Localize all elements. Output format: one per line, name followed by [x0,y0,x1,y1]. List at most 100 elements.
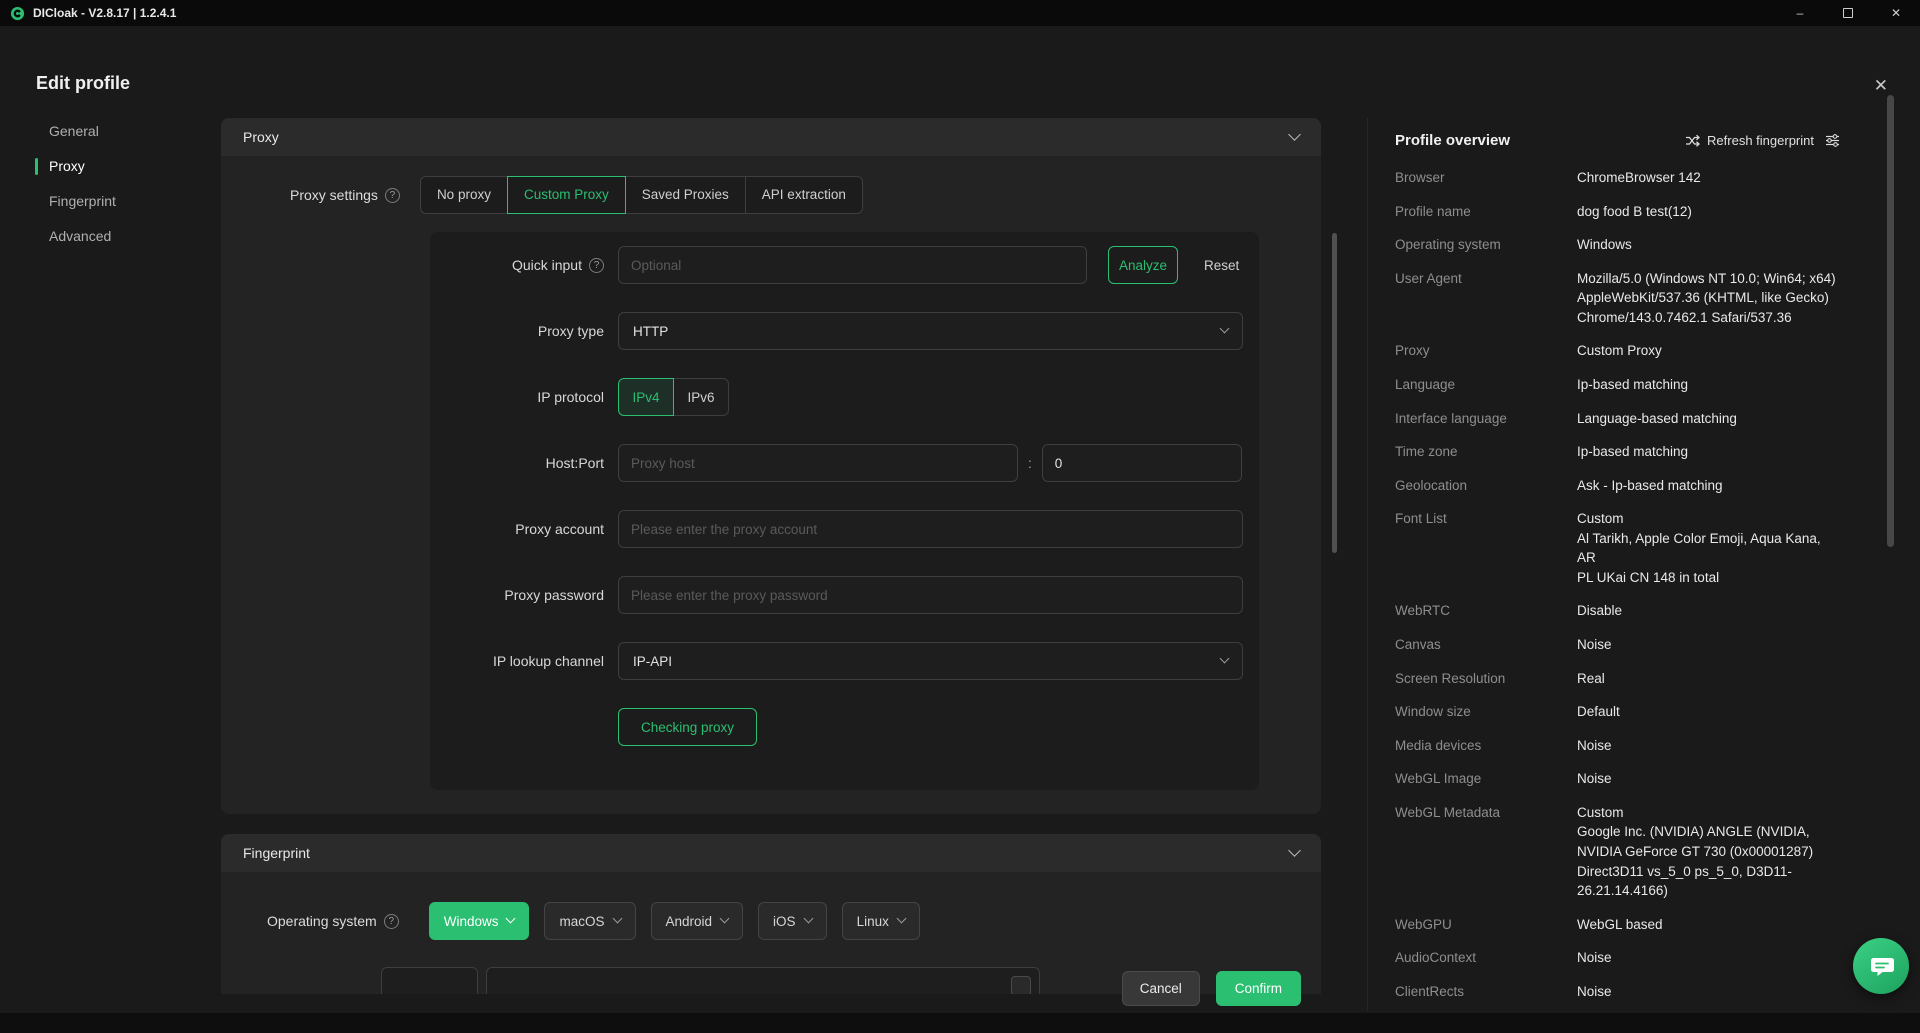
proxy-account-label: Proxy account [430,521,604,537]
quick-input-label: Quick input ? [430,257,604,273]
sidebar-nav: General Proxy Fingerprint Advanced [35,114,205,254]
help-icon[interactable]: ? [589,258,604,273]
close-icon: ✕ [1891,6,1901,20]
tab-saved-proxies[interactable]: Saved Proxies [625,176,746,214]
overview-scrollbar[interactable] [1887,95,1894,547]
sidebar-item-advanced[interactable]: Advanced [35,219,205,254]
ipv6-option[interactable]: IPv6 [673,378,729,416]
chat-bubble-icon [1867,952,1895,980]
chevron-down-icon[interactable] [1288,128,1301,141]
proxy-panel-header[interactable]: Proxy [221,118,1321,156]
profile-overview-panel: Profile overview Refresh fingerprint [1367,118,1867,1011]
refresh-fingerprint-label: Refresh fingerprint [1707,133,1814,148]
ipv4-option[interactable]: IPv4 [618,378,674,416]
os-option-macos[interactable]: macOS [544,902,635,940]
fingerprint-panel-header[interactable]: Fingerprint [221,834,1321,872]
main-content: Proxy Proxy settings ? No proxy Custom P… [221,118,1321,994]
overview-row-canvas: CanvasNoise [1395,628,1840,662]
os-option-android[interactable]: Android [651,902,744,940]
overview-row-clientrects: ClientRectsNoise [1395,975,1840,1009]
minimize-icon: – [1797,6,1804,20]
checking-proxy-button[interactable]: Checking proxy [618,708,757,746]
help-icon[interactable]: ? [384,914,399,929]
overview-row-window-size: Window sizeDefault [1395,695,1840,729]
chevron-down-icon [506,914,516,924]
reset-button[interactable]: Reset [1204,258,1239,273]
refresh-fingerprint-button[interactable]: Refresh fingerprint [1685,133,1840,148]
ip-protocol-label: IP protocol [430,389,604,405]
dialog-close-button[interactable]: ✕ [1874,76,1888,96]
os-option-windows[interactable]: Windows [429,902,530,940]
sidebar-item-proxy[interactable]: Proxy [35,149,205,184]
sidebar-item-fingerprint[interactable]: Fingerprint [35,184,205,219]
chevron-down-icon [612,914,622,924]
help-icon[interactable]: ? [385,188,400,203]
ip-lookup-label: IP lookup channel [430,653,604,669]
dialog-footer: Cancel Confirm [0,965,1345,1011]
overview-row-webgl-metadata: WebGL MetadataCustom Google Inc. (NVIDIA… [1395,796,1840,908]
sidebar-item-general[interactable]: General [35,114,205,149]
overview-row-interface-language: Interface languageLanguage-based matchin… [1395,402,1840,436]
chevron-down-icon [803,914,813,924]
overview-row-user-agent: User AgentMozilla/5.0 (Windows NT 10.0; … [1395,262,1840,335]
overview-row-language: LanguageIp-based matching [1395,368,1840,402]
main-scrollbar[interactable] [1332,233,1337,553]
cancel-button[interactable]: Cancel [1122,971,1200,1006]
proxy-account-input[interactable] [618,510,1243,548]
chevron-down-icon [720,914,730,924]
os-option-ios[interactable]: iOS [758,902,827,940]
proxy-port-input[interactable] [1042,444,1242,482]
overview-row-geolocation: GeolocationAsk - Ip-based matching [1395,469,1840,503]
chevron-down-icon [1220,654,1230,664]
overview-row-profile-name: Profile namedog food B test(12) [1395,195,1840,229]
proxy-password-input[interactable] [618,576,1243,614]
proxy-type-label: Proxy type [430,323,604,339]
proxy-panel-title: Proxy [243,129,279,145]
ip-lookup-select[interactable]: IP-API [618,642,1243,680]
sidebar-item-label: Fingerprint [49,193,116,209]
chevron-down-icon [1220,324,1230,334]
analyze-button[interactable]: Analyze [1108,246,1178,284]
app-logo-icon [10,6,25,21]
sidebar-item-label: Advanced [49,228,111,244]
proxy-panel-body: Proxy settings ? No proxy Custom Proxy S… [221,156,1321,814]
chevron-down-icon [896,914,906,924]
proxy-password-label: Proxy password [430,587,604,603]
proxy-form: Quick input ? Analyze Reset Proxy type [430,232,1259,790]
minimize-button[interactable]: – [1776,0,1824,26]
proxy-type-value: HTTP [633,324,668,339]
maximize-button[interactable] [1824,0,1872,26]
overview-row-media-devices: Media devicesNoise [1395,729,1840,763]
os-option-linux[interactable]: Linux [842,902,920,940]
proxy-settings-label: Proxy settings ? [290,187,400,203]
chevron-down-icon[interactable] [1288,844,1301,857]
tab-custom-proxy[interactable]: Custom Proxy [507,176,626,214]
fingerprint-panel-title: Fingerprint [243,845,310,861]
operating-system-label: Operating system ? [267,913,399,929]
window-titlebar: DICloak - V2.8.17 | 1.2.4.1 – ✕ [0,0,1920,26]
proxy-mode-tabs: No proxy Custom Proxy Saved Proxies API … [420,176,863,214]
overview-row-audiocontext: AudioContextNoise [1395,941,1840,975]
overview-title: Profile overview [1395,132,1510,149]
proxy-type-select[interactable]: HTTP [618,312,1243,350]
overview-row-webrtc: WebRTCDisable [1395,594,1840,628]
ip-lookup-value: IP-API [633,654,672,669]
overview-row-screen-resolution: Screen ResolutionReal [1395,662,1840,696]
sliders-icon[interactable] [1825,134,1840,147]
quick-input-field[interactable] [618,246,1087,284]
proxy-host-input[interactable] [618,444,1018,482]
sidebar-item-label: General [49,123,99,139]
confirm-button[interactable]: Confirm [1216,971,1301,1006]
overview-row-webgpu: WebGPUWebGL based [1395,908,1840,942]
maximize-icon [1843,8,1853,18]
overview-row-operating-system: Operating systemWindows [1395,228,1840,262]
os-options: Windows macOS Android iOS Linux [429,902,920,940]
close-window-button[interactable]: ✕ [1872,0,1920,26]
chat-widget-button[interactable] [1853,938,1909,994]
overview-row-time-zone: Time zoneIp-based matching [1395,435,1840,469]
page-title: Edit profile [36,73,130,94]
tab-no-proxy[interactable]: No proxy [420,176,508,214]
dialog-bottom-edge [0,1013,1920,1033]
app-title: DICloak - V2.8.17 | 1.2.4.1 [33,6,176,20]
tab-api-extraction[interactable]: API extraction [745,176,863,214]
